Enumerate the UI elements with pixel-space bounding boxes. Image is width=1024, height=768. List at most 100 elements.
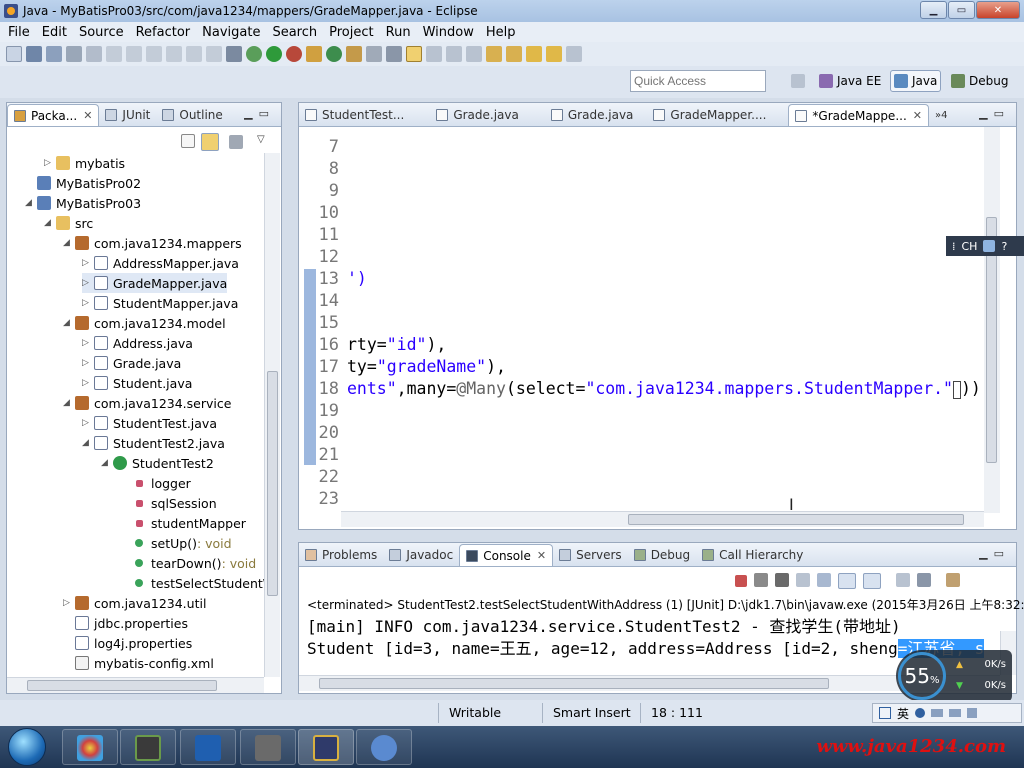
menu-file[interactable]: File	[4, 25, 38, 40]
taskbar-app-4[interactable]	[240, 729, 296, 765]
perspective-debug[interactable]: Debug	[948, 70, 1011, 92]
show-on-stderr-icon[interactable]	[863, 573, 881, 589]
console-horizontal-scrollbar[interactable]	[299, 675, 1000, 691]
editor-vertical-scrollbar[interactable]	[984, 127, 1000, 513]
paragraph-icon[interactable]	[466, 46, 482, 62]
tree-item[interactable]: ◢ StudentTest2	[101, 453, 214, 473]
link-editor-icon[interactable]	[201, 133, 219, 151]
remove-all-icon[interactable]	[775, 573, 789, 587]
ime-help-icon[interactable]: ?	[1001, 240, 1007, 253]
tree-item[interactable]: ◢ MyBatisPro03	[25, 193, 141, 213]
maximize-button[interactable]: ▭	[948, 1, 975, 19]
close-tab-icon[interactable]: ✕	[83, 109, 92, 122]
stop-icon[interactable]	[186, 46, 202, 62]
close-tab-icon[interactable]: ✕	[537, 549, 546, 562]
pin-console-icon[interactable]	[896, 573, 910, 587]
tab-call-hierarchy[interactable]: Call Hierarchy	[696, 544, 809, 566]
menu-source[interactable]: Source	[75, 25, 132, 40]
tab-studenttest[interactable]: StudentTest...	[299, 104, 410, 126]
menu-navigate[interactable]: Navigate	[198, 25, 268, 40]
start-button[interactable]	[8, 728, 46, 766]
tree-item[interactable]: ▷ Student.java	[82, 373, 192, 393]
new-package-icon[interactable]	[306, 46, 322, 62]
debug-icon[interactable]	[246, 46, 262, 62]
tree-horizontal-scrollbar[interactable]	[7, 677, 264, 693]
tree-item[interactable]: ▷ StudentMapper.java	[82, 293, 238, 313]
pause-icon[interactable]	[166, 46, 182, 62]
collapsed-arrow-icon[interactable]: ▷	[82, 358, 94, 368]
new-icon[interactable]	[6, 46, 22, 62]
expanded-arrow-icon[interactable]: ◢	[63, 398, 75, 408]
tree-item[interactable]: log4j.properties	[63, 633, 192, 653]
redo-icon[interactable]	[126, 46, 142, 62]
collapsed-arrow-icon[interactable]: ▷	[82, 338, 94, 348]
forward-icon[interactable]	[546, 46, 562, 62]
scroll-thumb[interactable]	[319, 678, 829, 689]
taskbar-eclipse[interactable]	[298, 729, 354, 765]
tree-item[interactable]: testSelectStudentW	[120, 573, 275, 593]
print-icon[interactable]	[66, 46, 82, 62]
menu-help[interactable]: Help	[482, 25, 524, 40]
chevron-down-icon[interactable]: ▽	[257, 134, 265, 145]
toggle-breakpoint-icon[interactable]	[226, 46, 242, 62]
next-annotation-icon[interactable]	[486, 46, 502, 62]
collapsed-arrow-icon[interactable]: ▷	[82, 278, 94, 288]
undo-icon[interactable]	[106, 46, 122, 62]
menu-search[interactable]: Search	[268, 25, 325, 40]
taskbar-app-2[interactable]	[120, 729, 176, 765]
scroll-thumb[interactable]	[27, 680, 217, 691]
taskbar-app-3[interactable]	[180, 729, 236, 765]
menu-project[interactable]: Project	[325, 25, 381, 40]
menu-edit[interactable]: Edit	[38, 25, 75, 40]
expanded-arrow-icon[interactable]: ◢	[63, 318, 75, 328]
ime-language[interactable]: CH	[962, 240, 978, 253]
expanded-arrow-icon[interactable]: ◢	[44, 218, 56, 228]
taskbar-app-1[interactable]	[62, 729, 118, 765]
menu-run[interactable]: Run	[382, 25, 419, 40]
moon-icon[interactable]	[915, 708, 926, 718]
view-menu-icon[interactable]	[229, 135, 243, 149]
close-tab-icon[interactable]: ✕	[913, 109, 922, 122]
scroll-thumb[interactable]	[267, 371, 278, 596]
collapsed-arrow-icon[interactable]: ▷	[82, 258, 94, 268]
quick-access-input[interactable]	[630, 70, 766, 92]
tree-item[interactable]: tearDown() : void	[120, 553, 256, 573]
back-icon[interactable]	[526, 46, 542, 62]
tab-grade-java-1[interactable]: Grade.java	[430, 104, 525, 126]
remove-launch-icon[interactable]	[754, 573, 768, 587]
open-perspective-button[interactable]	[788, 70, 808, 92]
taskbar-app-6[interactable]	[356, 729, 412, 765]
scroll-thumb[interactable]	[628, 514, 964, 525]
scroll-lock-icon[interactable]	[817, 573, 831, 587]
tree-item[interactable]: jdbc.properties	[63, 613, 188, 633]
skip-icon[interactable]	[146, 46, 162, 62]
search-icon[interactable]	[366, 46, 382, 62]
network-speed-widget[interactable]: 55% ▲ 0K/s ▼ 0K/s	[896, 650, 1012, 702]
save-all-icon[interactable]	[46, 46, 62, 62]
open-task-icon[interactable]	[386, 46, 402, 62]
tab-javadoc[interactable]: Javadoc	[383, 544, 459, 566]
menu-refactor[interactable]: Refactor	[132, 25, 199, 40]
collapsed-arrow-icon[interactable]: ▷	[82, 378, 94, 388]
collapsed-arrow-icon[interactable]: ▷	[82, 298, 94, 308]
close-button[interactable]: ✕	[976, 1, 1020, 19]
tree-item[interactable]: ▷ Grade.java	[82, 353, 181, 373]
tab-junit[interactable]: JUnit	[99, 104, 156, 126]
tree-item[interactable]: ▷ com.java1234.util	[63, 593, 206, 613]
tab-grademapper[interactable]: GradeMapper....	[647, 104, 772, 126]
editor-horizontal-scrollbar[interactable]	[341, 511, 984, 527]
tab-debug[interactable]: Debug	[628, 544, 696, 566]
tree-item[interactable]: ◢ com.java1234.model	[63, 313, 226, 333]
display-console-icon[interactable]	[917, 573, 931, 587]
collapse-all-icon[interactable]	[181, 134, 195, 148]
collapsed-arrow-icon[interactable]: ▷	[63, 598, 75, 608]
console-minmax-icons[interactable]: ▁▭	[979, 547, 1010, 560]
pin-editor-icon[interactable]	[566, 46, 582, 62]
ime-tray[interactable]: 英	[872, 703, 1022, 723]
tab-console[interactable]: Console ✕	[459, 544, 554, 566]
tab-overflow[interactable]: »4	[929, 104, 953, 126]
view-minmax-icons[interactable]: ▁▭	[244, 107, 275, 120]
expanded-arrow-icon[interactable]: ◢	[25, 198, 37, 208]
tab-outline[interactable]: Outline	[156, 104, 228, 126]
editor-minmax-icons[interactable]: ▁▭	[979, 107, 1010, 120]
